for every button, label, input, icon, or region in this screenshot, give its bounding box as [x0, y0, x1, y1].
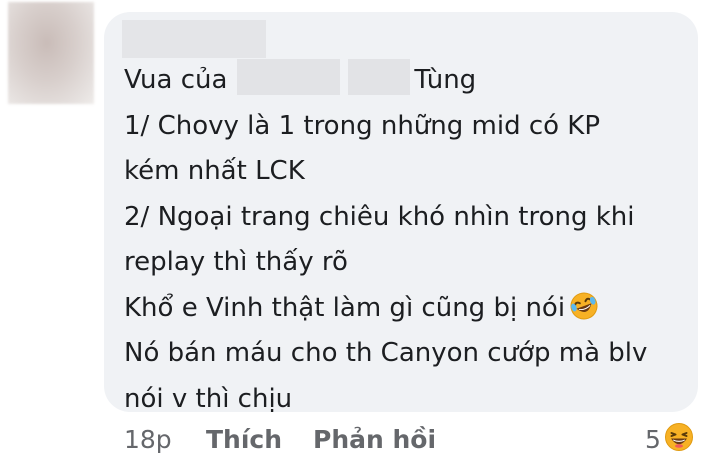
comment-timestamp[interactable]: 18p	[124, 420, 206, 460]
comment-line: nói v thì chịu	[124, 383, 293, 414]
laughing-emoji-icon	[664, 422, 694, 452]
rofl-emoji-icon	[569, 291, 599, 321]
reaction-count: 5	[645, 425, 661, 454]
reaction-summary[interactable]: 5	[645, 420, 694, 460]
comment-line-text: Vua của	[124, 65, 228, 95]
reply-button[interactable]: Phản hồi	[313, 420, 436, 460]
comment-line: kém nhất LCK	[124, 156, 305, 186]
redacted-mention	[237, 59, 341, 95]
redacted-mention	[348, 59, 411, 95]
comment-line: Vua của Tùng	[124, 58, 696, 104]
comment-line: Nó bán máu cho th Canyon cướp mà blv	[124, 338, 648, 368]
comment-line: 2/ Ngoại trang chiêu khó nhìn trong khi	[124, 201, 635, 232]
comment-line: 1/ Chovy là 1 trong những mid có KP	[124, 110, 601, 141]
comment-line: Khổ e Vinh thật làm gì cũng bị nói	[124, 286, 696, 332]
comment-line: replay thì thấy rõ	[124, 247, 348, 277]
like-button[interactable]: Thích	[206, 420, 313, 460]
author-name-redacted[interactable]	[122, 20, 266, 58]
comment-line-text: Khổ e Vinh thật làm gì cũng bị nói	[124, 292, 566, 323]
avatar[interactable]	[8, 2, 94, 104]
comment-text: Vua của Tùng 1/ Chovy là 1 trong những mi…	[124, 58, 696, 422]
comment-line-text: Tùng	[414, 65, 477, 95]
comment-actions: 18p Thích Phản hồi	[124, 420, 436, 460]
